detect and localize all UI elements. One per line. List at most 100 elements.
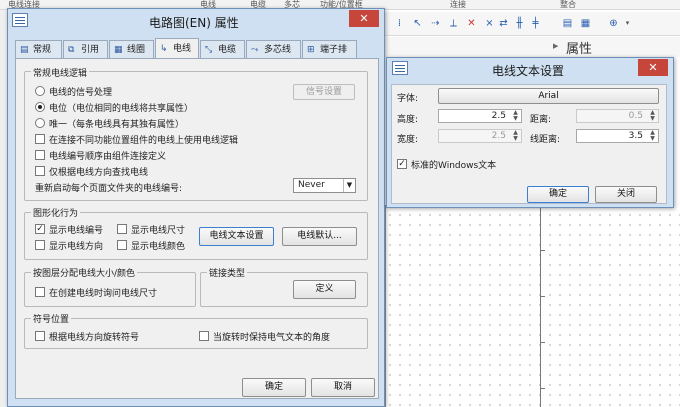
define-button[interactable]: 定义 xyxy=(293,280,356,299)
tab-label: 电缆 xyxy=(218,45,237,55)
coil-tab-icon: ▦ xyxy=(114,45,123,55)
checkbox-rotate-symbol[interactable] xyxy=(35,331,45,341)
text-dialog-ok-button[interactable]: 确定 xyxy=(527,186,589,203)
radio-potential-label: 电位（电位相同的电线将共享属性） xyxy=(49,104,194,114)
radio-potential[interactable] xyxy=(35,102,45,112)
checkbox-show-wire-color-label: 显示电线颜色 xyxy=(131,242,186,252)
checkbox-show-wire-direction[interactable] xyxy=(35,240,45,250)
reference-tab-icon: ⧉ xyxy=(68,45,75,55)
restart-numbering-value: Never xyxy=(298,180,325,190)
spin-arrows-icon[interactable]: ▲ ▼ xyxy=(647,110,658,122)
height-value: 2.5 xyxy=(491,111,506,121)
bus-icon[interactable]: ⊕ xyxy=(607,17,620,30)
group-layer-assignment-label: 按图层分配电线大小/颜色 xyxy=(31,266,138,279)
terminal-tab-icon: ⊞ xyxy=(307,45,315,55)
ok-button[interactable]: 确定 xyxy=(242,378,306,397)
wire-text-settings-button[interactable]: 电线文本设置 xyxy=(199,227,274,246)
text-dialog-close-btn[interactable]: 关闭 xyxy=(595,186,657,203)
restart-numbering-select[interactable]: Never ▼ xyxy=(293,178,356,193)
spin-arrows-icon[interactable]: ▲ ▼ xyxy=(510,110,521,122)
tab-wire[interactable]: ↳ 电线 xyxy=(155,38,199,59)
font-button[interactable]: Arial xyxy=(438,88,659,104)
checkbox-show-wire-direction-label: 显示电线方向 xyxy=(49,242,104,252)
width-label: 宽度: xyxy=(397,135,419,145)
ribbon-label-connection: 连接 xyxy=(450,0,466,9)
chevron-down-icon: ▼ xyxy=(343,179,355,192)
group-graphic-behavior-label: 图形化行为 xyxy=(31,206,81,219)
signal-settings-button[interactable]: 信号设置 xyxy=(293,84,355,100)
group-symbol-position-label: 符号位置 xyxy=(31,312,72,325)
text-dialog-app-icon xyxy=(392,61,408,75)
canvas-border-line xyxy=(385,205,386,407)
terminal-strip-icon[interactable]: ╫ xyxy=(513,17,526,30)
frame-tick xyxy=(541,388,545,389)
height-spinner[interactable]: 2.5 ▲ ▼ xyxy=(438,109,522,123)
checkbox-show-wire-number-label: 显示电线编号 xyxy=(49,226,104,236)
checkbox-ask-wire-size[interactable] xyxy=(35,287,45,297)
tab-label: 线圈 xyxy=(127,45,146,55)
checkbox-windows-text[interactable]: ✓ xyxy=(397,159,407,169)
tab-general[interactable]: ▤ 常规 xyxy=(15,40,62,59)
line-distance-label: 线距离: xyxy=(530,135,561,145)
terminal-icon[interactable]: ╪ xyxy=(529,17,542,30)
tab-label: 端子排 xyxy=(320,45,348,55)
tab-reference[interactable]: ⧉ 引用 xyxy=(63,40,108,59)
merge-icon[interactable]: ▤ xyxy=(561,17,574,30)
ribbon-label-integration: 整合 xyxy=(560,0,576,9)
cancel-button[interactable]: 取消 xyxy=(311,378,375,397)
spin-arrows-icon[interactable]: ▲ ▼ xyxy=(510,130,521,142)
radio-unique[interactable] xyxy=(35,118,45,128)
checkbox-keep-text-angle-label: 当旋转时保持电气文本的角度 xyxy=(213,333,331,343)
radio-signal-label: 电线的信号处理 xyxy=(49,88,113,98)
checkbox-show-wire-number[interactable]: ✓ xyxy=(35,224,45,234)
text-dialog-close-button[interactable]: ✕ xyxy=(638,59,668,76)
cable-tab-icon: ⤡ xyxy=(205,45,213,55)
distance-spinner[interactable]: 0.5 ▲ ▼ xyxy=(576,109,659,123)
checkbox-keep-text-angle[interactable] xyxy=(199,331,209,341)
checkbox-show-wire-color[interactable] xyxy=(117,240,127,250)
connect-tool-icon[interactable]: ⇢ xyxy=(429,17,442,30)
width-spinner[interactable]: 2.5 ▲ ▼ xyxy=(438,129,522,143)
radio-signal[interactable] xyxy=(35,86,45,96)
bridge-icon[interactable]: ⇄ xyxy=(497,17,510,30)
checkbox-rotate-symbol-label: 根据电线方向旋转符号 xyxy=(49,333,140,343)
checkbox-direction-only-label: 仅根据电线方向查找电线 xyxy=(49,168,149,178)
checkbox-show-wire-size-label: 显示电线尺寸 xyxy=(131,226,186,236)
properties-title: 属性 xyxy=(566,41,593,56)
checkbox-ask-wire-size-label: 在创建电线时询问电线尺寸 xyxy=(49,289,158,299)
tab-multicore[interactable]: ⤳ 多芯线 xyxy=(246,40,301,59)
radio-unique-label: 唯一（每条电线具有其独有属性） xyxy=(49,120,185,130)
split-tool-icon[interactable]: ⟂ xyxy=(447,17,460,30)
dialog-title: 电路图(EN) 属性 xyxy=(149,16,239,30)
tab-coil[interactable]: ▦ 线圈 xyxy=(109,40,154,59)
group-link-type-label: 链接类型 xyxy=(207,266,248,279)
line-distance-spinner[interactable]: 3.5 ▲ ▼ xyxy=(576,129,659,143)
restart-numbering-label: 重新启动每个页面文件夹的电线编号: xyxy=(35,184,183,194)
properties-header xyxy=(385,37,680,57)
checkbox-direction-only[interactable] xyxy=(35,166,45,176)
wire-defaults-button[interactable]: 电线默认... xyxy=(282,227,357,246)
integration-icon[interactable]: ▦ xyxy=(579,17,592,30)
drawing-canvas[interactable] xyxy=(385,210,680,407)
wire-tool-icon[interactable]: ⁞ xyxy=(393,17,406,30)
tab-cable[interactable]: ⤡ 电缆 xyxy=(200,40,245,59)
close-button[interactable]: ✕ xyxy=(349,10,379,27)
tab-label: 引用 xyxy=(81,45,100,55)
more-dropdown-icon[interactable]: ▾ xyxy=(621,17,634,30)
distance-label: 距离: xyxy=(530,115,552,125)
tab-terminal-strip[interactable]: ⊞ 端子排 xyxy=(302,40,357,59)
checkbox-cross-function-label: 在连接不同功能位置组件的电线上使用电线逻辑 xyxy=(49,136,239,146)
group-wire-logic-label: 常规电线逻辑 xyxy=(31,66,90,79)
checkbox-show-wire-size[interactable] xyxy=(117,224,127,234)
collapse-arrow-icon[interactable]: ▶ xyxy=(553,42,558,50)
checkbox-order-by-component-label: 电线编号顺序由组件连接定义 xyxy=(49,152,167,162)
height-label: 高度: xyxy=(397,115,419,125)
width-value: 2.5 xyxy=(491,131,506,141)
spin-arrows-icon[interactable]: ▲ ▼ xyxy=(647,130,658,142)
pointer-icon[interactable]: ↖ xyxy=(411,17,424,30)
frame-tick xyxy=(541,250,545,251)
checkbox-order-by-component[interactable] xyxy=(35,150,45,160)
checkbox-cross-function[interactable] xyxy=(35,134,45,144)
cross-connect-icon[interactable]: ⨯ xyxy=(483,17,496,30)
delete-connection-icon[interactable]: ✕ xyxy=(465,17,478,30)
